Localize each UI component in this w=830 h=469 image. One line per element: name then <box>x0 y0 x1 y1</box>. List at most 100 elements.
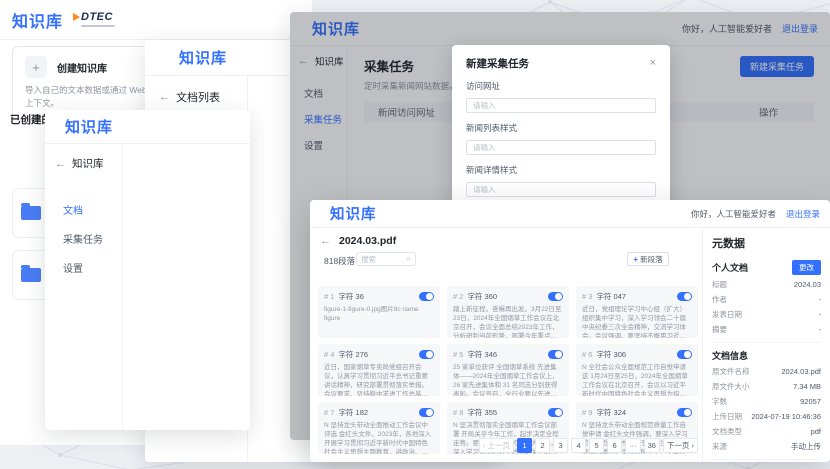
panel-title: 元数据 <box>712 235 821 251</box>
chunk-card: # 5字符 34625 家单位获评 全国烟草系统 先进集体——2024年全国烟草… <box>447 344 569 396</box>
window-kb-nav: 知识库 ← 知识库 文档采集任务设置 <box>45 110 250 430</box>
meta-label: 文档类型 <box>712 426 742 437</box>
field-label: 新闻详情样式 <box>466 164 656 176</box>
page-button[interactable]: 1 <box>517 438 532 453</box>
page-ellipsis[interactable]: ··· <box>625 438 641 453</box>
chunk-enabled-toggle[interactable] <box>548 350 563 359</box>
meta-value: - <box>819 325 822 334</box>
add-paragraph-button[interactable]: + 新段落 <box>627 252 669 266</box>
chunk-head: # 2字符 360 <box>453 291 563 302</box>
back-label: 文档列表 <box>176 89 220 105</box>
chunk-enabled-toggle[interactable] <box>419 408 434 417</box>
section-header: 文档信息 <box>712 349 821 362</box>
meta-row: 标题2024.03 <box>712 279 821 290</box>
chunk-text: N 全社会公众全面规范工作自觉申请这 1月24日至25日，2024年全国烟草工作… <box>582 363 692 396</box>
search-input[interactable] <box>361 255 407 264</box>
section-header: 个人文档更改 <box>712 260 821 275</box>
chunk-enabled-toggle[interactable] <box>677 292 692 301</box>
back-arrow-icon[interactable]: ← <box>320 235 331 247</box>
meta-row: 文档类型 pdf <box>712 426 821 437</box>
sidebar-item-文档[interactable]: 文档 <box>45 195 122 224</box>
page-button[interactable]: 36 <box>644 438 660 453</box>
chunk-card: # 6 字符 306 N 全社会公众全面规范工作自觉申请这 1月24日至25日，20… <box>576 344 698 396</box>
meta-label: 原文件名称 <box>712 366 750 377</box>
desktop: 知识库 DTEC + 创建知识库 导入自己的文本数据或通过 Webhook 实时… <box>0 0 830 469</box>
search-icon: ⌕ <box>407 254 411 264</box>
brand-logo: DTEC <box>73 12 115 28</box>
section-title: 文档信息 <box>712 349 748 362</box>
chunk-index: # 6 <box>582 350 592 359</box>
chunk-text: 踏上新征程，奋楫再出发。3月22日至23日，2024年全国烟草工作会议在北京召开… <box>453 305 563 338</box>
sidebar-item-设置[interactable]: 设置 <box>45 253 122 282</box>
page-button[interactable]: 4 <box>571 438 586 453</box>
sidebar-item-采集任务[interactable]: 采集任务 <box>45 224 122 253</box>
chunk-index: # 3 <box>582 292 592 301</box>
panel-sections: 个人文档更改标题2024.03作者-发表日期-摘要-文档信息原文件名称2024.… <box>712 258 821 462</box>
meta-label: 发表日期 <box>712 309 742 320</box>
chunk-index: # 5 <box>453 350 463 359</box>
doc-meta-panel: 元数据 个人文档更改标题2024.03作者-发表日期-摘要-文档信息原文件名称2… <box>702 228 830 462</box>
modal-input[interactable] <box>466 140 656 155</box>
panel-section: 个人文档更改标题2024.03作者-发表日期-摘要- <box>712 258 821 335</box>
panel-section: 技术参数重新分段嵌入模型bge-large-zh-v1.5切割长度750 字符 … <box>712 459 821 462</box>
page-button[interactable]: 3 <box>553 438 568 453</box>
doc-toolbar: 818段落 ⌕ + 新段落 <box>310 252 702 270</box>
modal-input[interactable] <box>466 182 656 197</box>
chunk-index: # 8 <box>453 408 463 417</box>
meta-value: - <box>819 295 822 304</box>
meta-row: 来源手动上传 <box>712 441 821 452</box>
chunk-head: # 8 字符 355 <box>453 407 563 418</box>
chunk-index: # 9 <box>582 408 592 417</box>
chunk-char-count: 字符 36 <box>338 291 363 302</box>
chunk-text: 近日，党组理论学习中心组（扩大）组织集中学习，深入学习领会二十届中央纪委三次全会… <box>582 305 692 338</box>
modal-input[interactable] <box>466 98 656 113</box>
kb-menu: 文档采集任务设置 <box>45 195 122 282</box>
chunk-head: # 1字符 36 <box>324 291 434 302</box>
app-title: 知识库 <box>330 203 377 224</box>
chunk-char-count: 字符 355 <box>467 407 497 418</box>
chunk-text: figure-1-figure-0.jpg图片8c name figure <box>324 305 434 323</box>
chunk-head: # 7字符 182 <box>324 407 434 418</box>
back-to-doc-list[interactable]: ← 文档列表 <box>159 89 247 105</box>
chunk-card: # 4字符 276近日，国家烟草专卖局党组召开会议，认真学习贯彻习近平总书记重要… <box>318 344 440 396</box>
meta-row: 发表日期 - <box>712 309 821 320</box>
section-action-button[interactable]: 更改 <box>792 260 821 275</box>
meta-value: - <box>819 310 822 319</box>
doc-main: ← 2024.03.pdf 818段落 ⌕ + 新段落 # 1字符 36 figu… <box>310 228 702 462</box>
back-to-kb[interactable]: ← 知识库 <box>45 156 122 171</box>
chunk-card: # 1字符 36 figure-1-figure-0.jpg图片8c name f… <box>318 286 440 338</box>
chunk-enabled-toggle[interactable] <box>419 350 434 359</box>
panel-section: 文档信息原文件名称2024.03.pdf原文件大小7.34 MB字数92057上… <box>712 342 821 452</box>
doc-header: 知识库 你好，人工智能爱好者 退出登录 <box>310 200 830 228</box>
chunk-card: # 2字符 360 踏上新征程，奋楫再出发。3月22日至23日，2024年全国烟草… <box>447 286 569 338</box>
meta-value: pdf <box>811 427 821 436</box>
app-title: 知识库 <box>12 8 63 32</box>
page-button[interactable]: 5 <box>589 438 604 453</box>
doc-title: 2024.03.pdf <box>339 235 396 247</box>
app-title: 知识库 <box>65 116 113 137</box>
next-page-button[interactable]: 下一页 › <box>663 438 698 453</box>
chunk-head: # 6 字符 306 <box>582 349 692 360</box>
modal-title: 新建采集任务 <box>466 56 529 71</box>
back-arrow-icon[interactable]: ← <box>55 158 66 170</box>
kb-header: 知识库 <box>45 110 250 144</box>
chunk-enabled-toggle[interactable] <box>548 408 563 417</box>
back-arrow-icon[interactable]: ← <box>159 91 170 103</box>
meta-value: 2024.03.pdf <box>781 367 821 376</box>
logout-link[interactable]: 退出登录 <box>786 208 820 220</box>
page-button[interactable]: 6 <box>607 438 622 453</box>
meta-value: 7.34 MB <box>793 382 821 391</box>
chunk-head: # 9字符 324 <box>582 407 692 418</box>
chunk-enabled-toggle[interactable] <box>419 292 434 301</box>
close-icon[interactable]: × <box>650 58 656 69</box>
meta-row: 作者- <box>712 294 821 305</box>
chunk-enabled-toggle[interactable] <box>677 408 692 417</box>
chunk-char-count: 字符 306 <box>596 349 626 360</box>
meta-value: 92057 <box>800 397 821 406</box>
meta-value: 手动上传 <box>791 441 821 452</box>
meta-row: 上传日期2024-07-19 10:46:36 <box>712 411 821 422</box>
prev-page-button[interactable]: ‹ 上一页 <box>479 438 514 453</box>
chunk-enabled-toggle[interactable] <box>677 350 692 359</box>
page-button[interactable]: 2 <box>535 438 550 453</box>
chunk-enabled-toggle[interactable] <box>548 292 563 301</box>
